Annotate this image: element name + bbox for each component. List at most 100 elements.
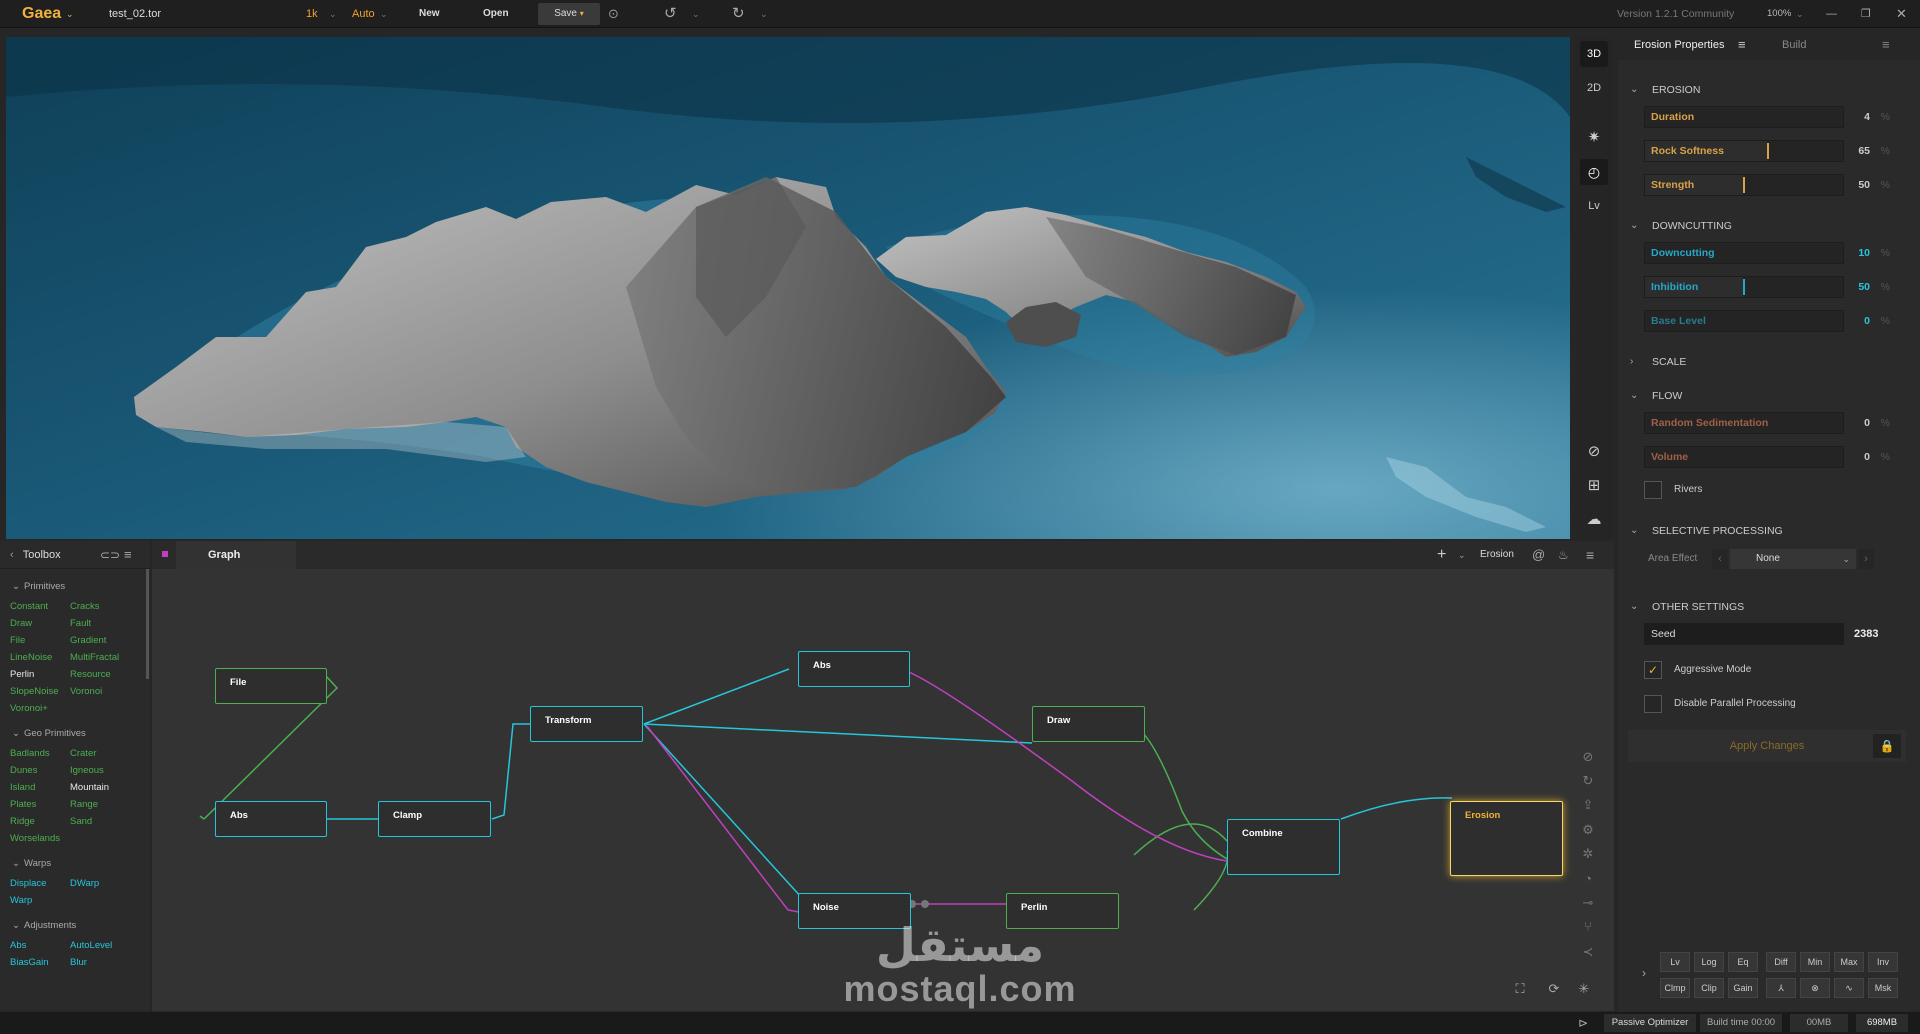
toolbox-item[interactable]: Plates <box>10 798 70 812</box>
node-abs[interactable]: Abs <box>215 801 327 837</box>
toolbox-item[interactable]: Perlin <box>10 668 70 682</box>
compass-icon[interactable]: ⊘ <box>1580 439 1608 465</box>
redo-icon[interactable]: ↻ <box>732 0 745 28</box>
filter-button-clmp[interactable]: Clmp <box>1660 978 1690 998</box>
toolbox-item[interactable]: Island <box>10 781 70 795</box>
peak-icon[interactable]: ⅄ <box>1766 978 1796 998</box>
apply-changes-button[interactable]: Apply Changes <box>1628 730 1906 762</box>
filter-button-min[interactable]: Min <box>1800 952 1830 972</box>
node-abs-2[interactable]: Abs <box>798 651 910 687</box>
seed-field[interactable]: Seed <box>1644 623 1844 645</box>
volume-value[interactable]: 0% <box>1828 446 1892 468</box>
auto-select[interactable]: Auto <box>352 0 375 28</box>
node-file[interactable]: File <box>215 668 327 704</box>
build-menu-icon[interactable]: ≡ <box>1882 30 1890 60</box>
area-prev-icon[interactable]: ‹ <box>1712 549 1728 569</box>
filter-button-eq[interactable]: Eq <box>1728 952 1758 972</box>
seed-value[interactable]: 2383 <box>1854 623 1878 645</box>
filters-expand-icon[interactable]: › <box>1642 966 1646 980</box>
collapse-chevron-icon[interactable]: ‹ <box>10 549 14 561</box>
lock-icon[interactable]: 🔒 <box>1873 734 1901 758</box>
toolbox-item[interactable]: Crater <box>70 747 140 761</box>
aggressive-mode-checkbox[interactable]: ✓ <box>1644 661 1662 679</box>
toolbox-item[interactable]: SlopeNoise <box>10 685 70 699</box>
node-erosion[interactable]: Erosion <box>1450 801 1563 876</box>
toolbox-item[interactable]: Voronoi+ <box>10 702 70 716</box>
node-combine[interactable]: Combine <box>1227 819 1340 875</box>
toolbox-item[interactable]: Worselands <box>10 832 70 846</box>
node-transform[interactable]: Transform <box>530 706 643 742</box>
link-icon[interactable]: ⊸ <box>1580 895 1596 911</box>
branch-icon[interactable]: ⑂ <box>1580 919 1596 935</box>
slider-handle[interactable] <box>1743 279 1745 295</box>
filter-button-diff[interactable]: Diff <box>1766 952 1796 972</box>
slider-handle[interactable] <box>1767 143 1769 159</box>
new-button[interactable]: New <box>419 0 440 28</box>
section-scale[interactable]: › SCALE <box>1618 351 1920 373</box>
view-3d-button[interactable]: 3D <box>1580 41 1608 67</box>
resolution-select[interactable]: 1k <box>306 0 318 28</box>
refresh-icon[interactable]: ↻ <box>1580 773 1596 789</box>
toolbox-item[interactable]: Sand <box>70 815 140 829</box>
toolbox-item[interactable]: Draw <box>10 617 70 631</box>
minimize-icon[interactable]: — <box>1826 0 1837 28</box>
logo-chevron-icon[interactable]: ⌄ <box>66 0 74 28</box>
history-icon[interactable]: ⊙ <box>608 0 619 28</box>
toolbox-item[interactable]: Cracks <box>70 600 140 614</box>
expand-icon[interactable]: ✳ <box>1576 981 1592 997</box>
undo-icon[interactable]: ↺ <box>664 0 677 28</box>
filter-button-clip[interactable]: Clip <box>1694 978 1724 998</box>
filter-button-lv[interactable]: Lv <box>1660 952 1690 972</box>
toolbox-item[interactable]: Badlands <box>10 747 70 761</box>
reload-icon[interactable]: ⟳ <box>1546 981 1562 997</box>
area-next-icon[interactable]: › <box>1858 549 1874 569</box>
maximize-icon[interactable]: ❐ <box>1861 0 1871 28</box>
base-level-value[interactable]: 0% <box>1828 310 1892 332</box>
passive-optimizer-button[interactable]: Passive Optimizer <box>1604 1014 1696 1032</box>
toolbox-item[interactable]: DWarp <box>70 877 140 891</box>
gauge-icon[interactable]: ◴ <box>1580 159 1608 185</box>
duration-slider[interactable]: Duration <box>1644 106 1844 128</box>
section-other-settings[interactable]: ⌄ OTHER SETTINGS <box>1618 596 1920 618</box>
multiply-icon[interactable]: ⊗ <box>1800 978 1830 998</box>
toolbox-item[interactable]: MultiFractal <box>70 651 140 665</box>
toolbox-item[interactable]: Igneous <box>70 764 140 778</box>
random-sedimentation-value[interactable]: 0% <box>1828 412 1892 434</box>
export-icon[interactable]: ⇪ <box>1580 797 1596 813</box>
toolbox-section-header[interactable]: ⌄ Geo Primitives <box>0 716 150 747</box>
section-selective-processing[interactable]: ⌄ SELECTIVE PROCESSING <box>1618 520 1920 542</box>
slider-handle[interactable] <box>1743 177 1745 193</box>
grid-icon[interactable]: ⊞ <box>1580 473 1608 499</box>
duration-value[interactable]: 4% <box>1828 106 1892 128</box>
section-flow[interactable]: ⌄ FLOW <box>1618 385 1920 407</box>
toggle-icon[interactable]: ⊂⊃ <box>100 541 120 569</box>
toolbox-item[interactable]: Fault <box>70 617 140 631</box>
toolbox-item[interactable]: Blur <box>70 956 140 970</box>
random-sedimentation-slider[interactable]: Random Sedimentation <box>1644 412 1844 434</box>
toolbox-item[interactable]: BiasGain <box>10 956 70 970</box>
sun-icon[interactable]: ✷ <box>1580 125 1608 151</box>
wave-icon[interactable]: ∿ <box>1834 978 1864 998</box>
filter-button-msk[interactable]: Msk <box>1868 978 1898 998</box>
section-erosion[interactable]: ⌄ EROSION <box>1618 79 1920 101</box>
toolbox-item[interactable]: File <box>10 634 70 648</box>
area-effect-select[interactable]: None ⌄ <box>1730 549 1856 569</box>
toolbox-scrollbar[interactable] <box>146 569 149 679</box>
inhibition-value[interactable]: 50% <box>1828 276 1892 298</box>
toolbox-item[interactable]: Dunes <box>10 764 70 778</box>
volume-slider[interactable]: Volume <box>1644 446 1844 468</box>
downcutting-slider[interactable]: Downcutting <box>1644 242 1844 264</box>
play-forward-icon[interactable]: ⊳ <box>1568 1014 1598 1032</box>
rock-softness-slider[interactable]: Rock Softness <box>1644 140 1844 162</box>
tab-build[interactable]: Build <box>1782 30 1806 60</box>
base-level-slider[interactable]: Base Level <box>1644 310 1844 332</box>
filter-button-log[interactable]: Log <box>1694 952 1724 972</box>
toolbox-section-header[interactable]: ⌄ Adjustments <box>0 908 150 939</box>
strength-value[interactable]: 50% <box>1828 174 1892 196</box>
settings-icon[interactable]: ⚙ <box>1580 822 1596 838</box>
downcutting-value[interactable]: 10% <box>1828 242 1892 264</box>
rivers-checkbox[interactable] <box>1644 481 1662 499</box>
auto-chevron-icon[interactable]: ⌄ <box>380 0 388 28</box>
redo-chevron-icon[interactable]: ⌄ <box>760 0 768 28</box>
strength-slider[interactable]: Strength <box>1644 174 1844 196</box>
